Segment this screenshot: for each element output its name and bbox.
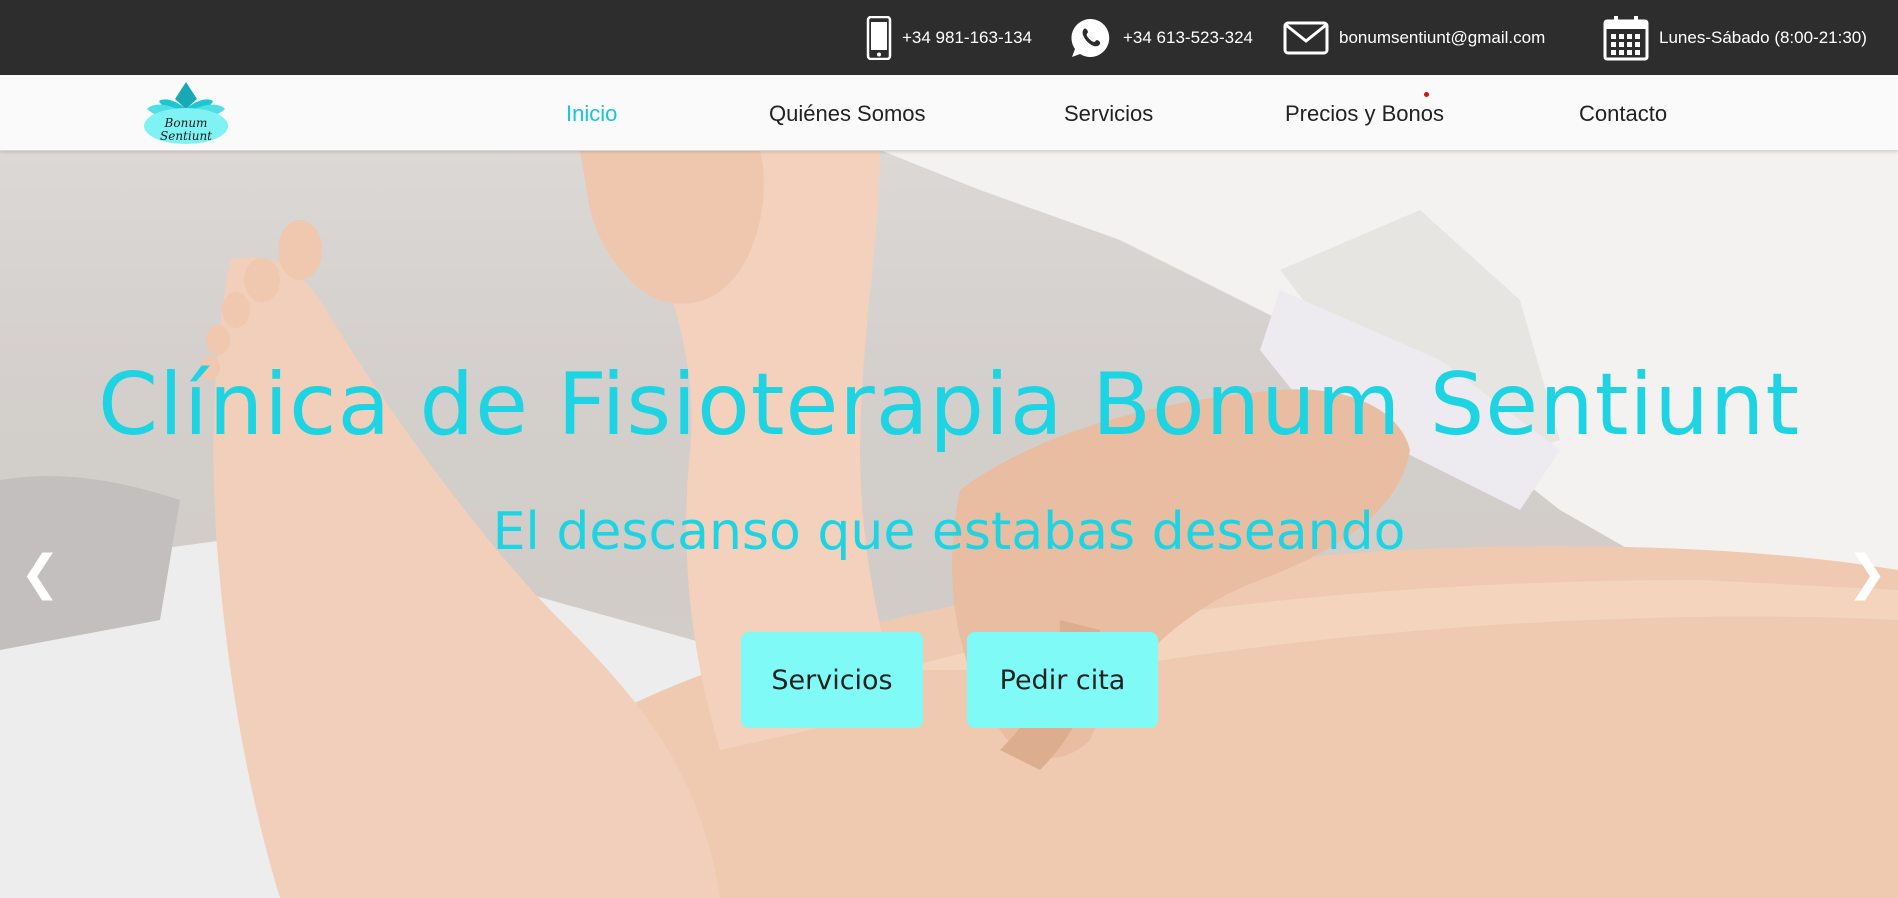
logo-text-line1: Bonum <box>164 116 208 130</box>
top-contact-bar: +34 981-163-134 +34 613-523-324 bonumsen… <box>0 0 1898 75</box>
contact-phone[interactable]: +34 981-163-134 <box>866 0 1032 75</box>
nav-item-precios-y-bonos[interactable]: Precios y Bonos <box>1285 75 1444 150</box>
servicios-button[interactable]: Servicios <box>741 632 923 728</box>
slider-next-arrow-icon[interactable]: ❯ <box>1847 550 1887 598</box>
main-navbar: Bonum Sentiunt Inicio Quiénes Somos Serv… <box>0 75 1898 151</box>
hero-title: Clínica de Fisioterapia Bonum Sentiunt <box>97 355 1801 455</box>
contact-email[interactable]: bonumsentiunt@gmail.com <box>1283 0 1545 75</box>
nav-item-contacto[interactable]: Contacto <box>1579 75 1667 150</box>
contact-hours-text: Lunes-Sábado (8:00-21:30) <box>1659 27 1867 47</box>
mobile-phone-icon <box>866 15 892 60</box>
calendar-icon <box>1603 15 1649 61</box>
site-logo[interactable]: Bonum Sentiunt <box>141 79 231 147</box>
pedir-cita-button[interactable]: Pedir cita <box>967 632 1158 728</box>
lotus-logo-icon: Bonum Sentiunt <box>144 82 228 144</box>
envelope-icon <box>1283 21 1329 55</box>
contact-whatsapp[interactable]: +34 613-523-324 <box>1069 0 1253 75</box>
nav-item-inicio[interactable]: Inicio <box>566 75 617 150</box>
hero-subtitle: El descanso que estabas deseando <box>492 502 1406 562</box>
slider-prev-arrow-icon[interactable]: ❮ <box>20 550 60 598</box>
nav-item-quienes-somos[interactable]: Quiénes Somos <box>769 75 926 150</box>
whatsapp-icon <box>1069 16 1113 60</box>
notification-dot <box>1424 92 1429 97</box>
contact-whatsapp-text: +34 613-523-324 <box>1123 27 1253 47</box>
contact-phone-text: +34 981-163-134 <box>902 27 1032 47</box>
contact-email-text: bonumsentiunt@gmail.com <box>1339 27 1546 47</box>
hero-slider: Clínica de Fisioterapia Bonum Sentiunt E… <box>0 150 1898 898</box>
logo-text-line2: Sentiunt <box>160 129 212 143</box>
nav-item-servicios[interactable]: Servicios <box>1064 75 1153 150</box>
contact-hours: Lunes-Sábado (8:00-21:30) <box>1603 0 1867 75</box>
